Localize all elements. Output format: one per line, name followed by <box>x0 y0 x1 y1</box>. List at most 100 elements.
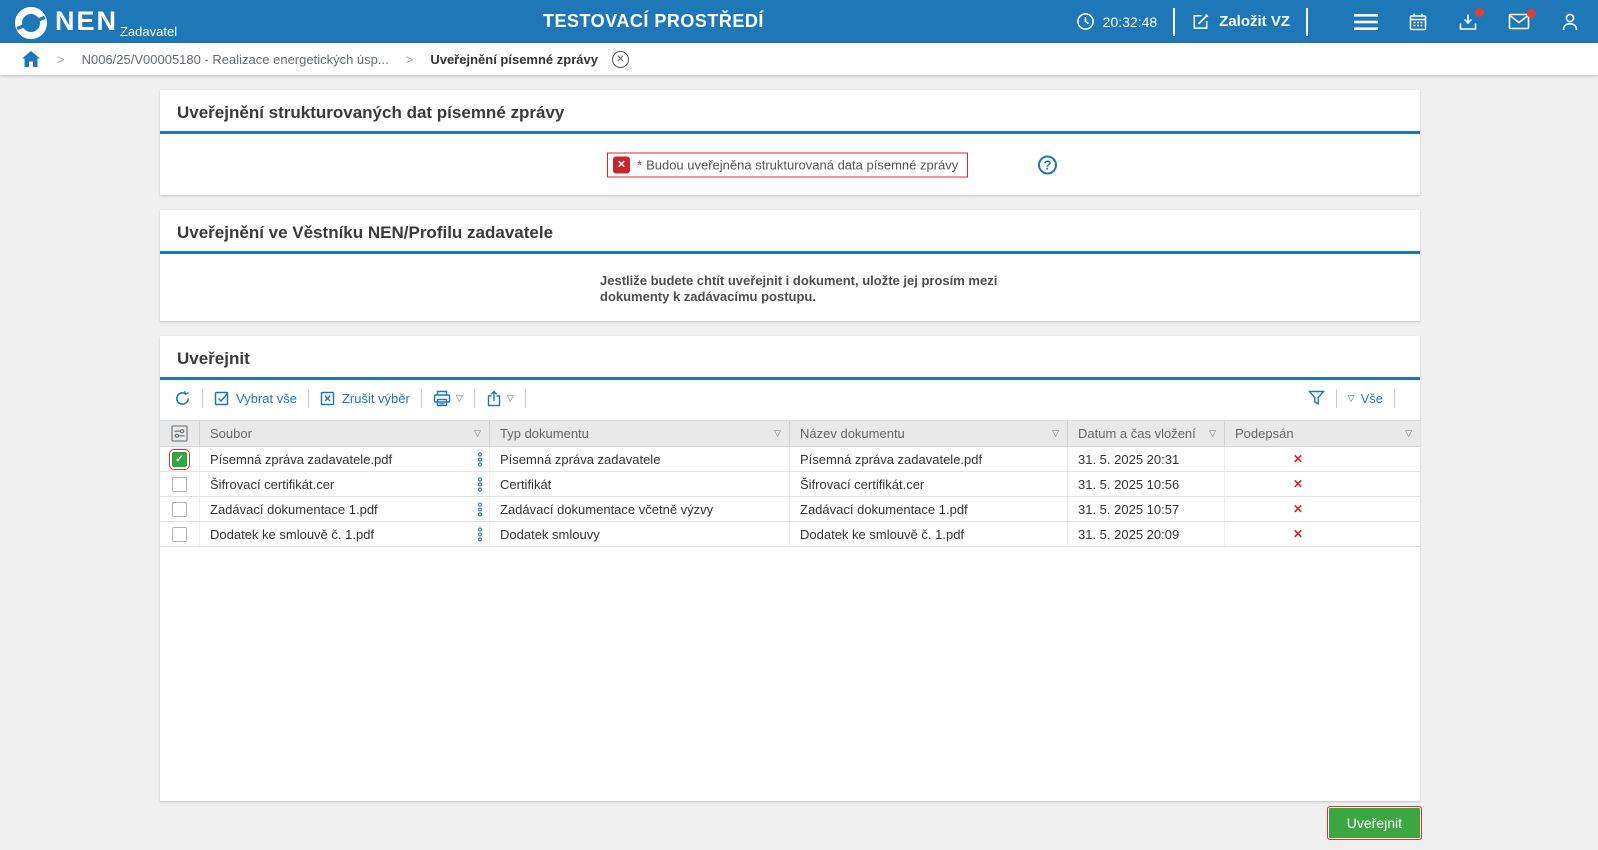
hamburger-icon <box>1354 13 1378 30</box>
user-profile-button[interactable] <box>1560 12 1580 32</box>
publish-button[interactable]: Uveřejnit <box>1326 806 1423 840</box>
grid-toolbar: Vybrat vše Zrušit výběr ▽ ▽ ▽ Vše <box>160 380 1420 416</box>
insert-date-cell: 31. 5. 2025 20:09 <box>1068 522 1225 546</box>
toolbar-divider <box>1335 388 1337 408</box>
required-notice: ✕ * Budou uveřejněna strukturovaná data … <box>607 152 969 177</box>
row-checkbox[interactable]: ✓ <box>169 448 190 470</box>
print-caret-icon[interactable]: ▽ <box>456 393 463 404</box>
column-header-nazev-dokumentu[interactable]: Název dokumentu ▽ <box>790 421 1068 446</box>
filter-scope-label: Vše <box>1360 390 1383 406</box>
table-row[interactable]: Šifrovací certifikát.cer Certifikát Šifrov… <box>160 472 1420 497</box>
messages-badge <box>1527 9 1536 18</box>
refresh-button[interactable] <box>174 390 191 407</box>
clock-time: 20:32:48 <box>1102 13 1158 30</box>
breadcrumb-chevron: > <box>57 51 65 67</box>
column-filter-icon[interactable]: ▽ <box>774 428 781 439</box>
topbar-divider <box>1173 7 1176 36</box>
row-checkbox[interactable] <box>172 501 187 517</box>
toolbar-divider <box>524 388 526 408</box>
logo-subtitle: Zadavatel <box>120 24 178 39</box>
help-icon[interactable]: ? <box>1038 155 1057 174</box>
export-caret-icon[interactable]: ▽ <box>507 393 514 404</box>
toolbar-divider <box>202 388 203 408</box>
signed-cell: ✕ <box>1225 497 1420 521</box>
column-header-typ-dokumentu[interactable]: Typ dokumentu ▽ <box>490 421 790 446</box>
signed-cell: ✕ <box>1225 472 1420 496</box>
section-title: Uveřejnění ve Věstníku NEN/Profilu zadav… <box>177 223 554 242</box>
toolbar-divider <box>420 388 422 408</box>
menu-button[interactable] <box>1354 13 1378 31</box>
downloads-badge <box>1475 7 1484 17</box>
file-name: Šifrovací certifikát.cer <box>210 476 335 492</box>
notice-text: Budou uveřejněna strukturovaná data píse… <box>646 157 959 172</box>
breadcrumb: > N006/25/V00005180 - Realizace energeti… <box>0 43 1598 75</box>
file-cell: Zadávací dokumentace 1.pdf <box>200 497 490 521</box>
not-signed-icon: ✕ <box>1293 477 1304 491</box>
column-header-soubor[interactable]: Soubor ▽ <box>200 421 490 446</box>
select-all-label: Vybrat vše <box>236 390 297 406</box>
clear-selection-label: Zrušit výběr <box>341 390 410 406</box>
clock-icon <box>1076 13 1094 30</box>
table-row[interactable]: Dodatek ke smlouvě č. 1.pdf Dodatek smlou… <box>160 522 1420 547</box>
printer-icon <box>433 390 451 406</box>
section-structured-data: Uveřejnění strukturovaných dat písemné z… <box>160 90 1420 195</box>
environment-title: TESTOVACÍ PROSTŘEDÍ <box>543 11 764 31</box>
row-menu-icon[interactable] <box>478 452 482 467</box>
required-asterisk: * <box>637 157 643 172</box>
not-signed-icon: ✕ <box>1293 527 1304 541</box>
document-type-cell: Certifikát <box>490 472 790 496</box>
filter-funnel-icon <box>1307 390 1325 405</box>
file-name: Zadávací dokumentace 1.pdf <box>210 501 378 517</box>
column-label: Soubor <box>210 426 252 441</box>
section-title: Uveřejnit <box>177 349 250 368</box>
toolbar-divider <box>1394 388 1395 408</box>
calendar-button[interactable] <box>1408 12 1428 32</box>
breadcrumb-current: Uveřejnění písemné zprávy <box>430 51 598 67</box>
create-vz-label: Založit VZ <box>1219 13 1290 30</box>
select-all-button[interactable]: Vybrat vše <box>214 390 297 406</box>
table-row[interactable]: Zadávací dokumentace 1.pdf Zadávací dokum… <box>160 497 1420 522</box>
logo-text: NEN <box>55 6 119 36</box>
column-header-datum[interactable]: Datum a čas vložení ▽ <box>1068 421 1225 446</box>
document-name-cell: Zadávací dokumentace 1.pdf <box>790 497 1068 521</box>
downloads-button[interactable] <box>1458 7 1484 32</box>
session-clock: 20:32:48 <box>1076 12 1158 31</box>
column-filter-icon[interactable]: ▽ <box>474 428 481 439</box>
row-checkbox[interactable] <box>172 476 187 492</box>
column-filter-icon[interactable]: ▽ <box>1052 428 1059 439</box>
create-vz-button[interactable]: Založit VZ <box>1191 12 1290 31</box>
row-select-cell <box>160 472 200 496</box>
column-filter-icon[interactable]: ▽ <box>1405 428 1412 439</box>
column-header-podepsan[interactable]: Podepsán ▽ <box>1225 421 1420 446</box>
document-name-cell: Šifrovací certifikát.cer <box>790 472 1068 496</box>
home-icon[interactable] <box>22 51 40 67</box>
breadcrumb-procurement[interactable]: N006/25/V00005180 - Realizace energetick… <box>82 52 389 67</box>
error-icon: ✕ <box>613 156 630 173</box>
table-header: Soubor ▽ Typ dokumentu ▽ Název dokumentu… <box>160 420 1420 447</box>
insert-date-cell: 31. 5. 2025 20:31 <box>1068 447 1225 471</box>
file-name: Písemná zpráva zadavatele.pdf <box>210 451 393 467</box>
column-filter-icon[interactable]: ▽ <box>1209 428 1216 439</box>
print-button[interactable]: ▽ <box>433 390 463 407</box>
filter-button[interactable] <box>1307 390 1325 406</box>
row-menu-icon[interactable] <box>478 502 482 517</box>
nen-logo[interactable]: NEN Zadavatel <box>14 3 177 40</box>
clear-selection-button[interactable]: Zrušit výběr <box>320 390 410 406</box>
messages-button[interactable] <box>1508 9 1536 30</box>
filter-scope-dropdown[interactable]: ▽ Vše <box>1348 391 1383 406</box>
column-settings-cell[interactable] <box>160 421 200 446</box>
section-bulletin: Uveřejnění ve Věstníku NEN/Profilu zadav… <box>160 210 1420 321</box>
table-row[interactable]: ✓ Písemná zpráva zadavatele.pdf Písemná zp… <box>160 447 1420 472</box>
column-settings-icon <box>171 425 188 442</box>
close-tab-icon[interactable]: ✕ <box>611 50 629 68</box>
nen-swirl-icon <box>15 7 47 39</box>
insert-date-cell: 31. 5. 2025 10:56 <box>1068 472 1225 496</box>
row-menu-icon[interactable] <box>478 477 482 492</box>
row-select-cell <box>160 497 200 521</box>
insert-date-cell: 31. 5. 2025 10:57 <box>1068 497 1225 521</box>
row-menu-icon[interactable] <box>478 527 482 542</box>
bulletin-note: Jestliže budete chtít uveřejnit i dokume… <box>600 273 998 304</box>
row-checkbox[interactable] <box>172 526 187 542</box>
export-button[interactable]: ▽ <box>486 390 514 407</box>
file-cell: Šifrovací certifikát.cer <box>200 472 490 496</box>
